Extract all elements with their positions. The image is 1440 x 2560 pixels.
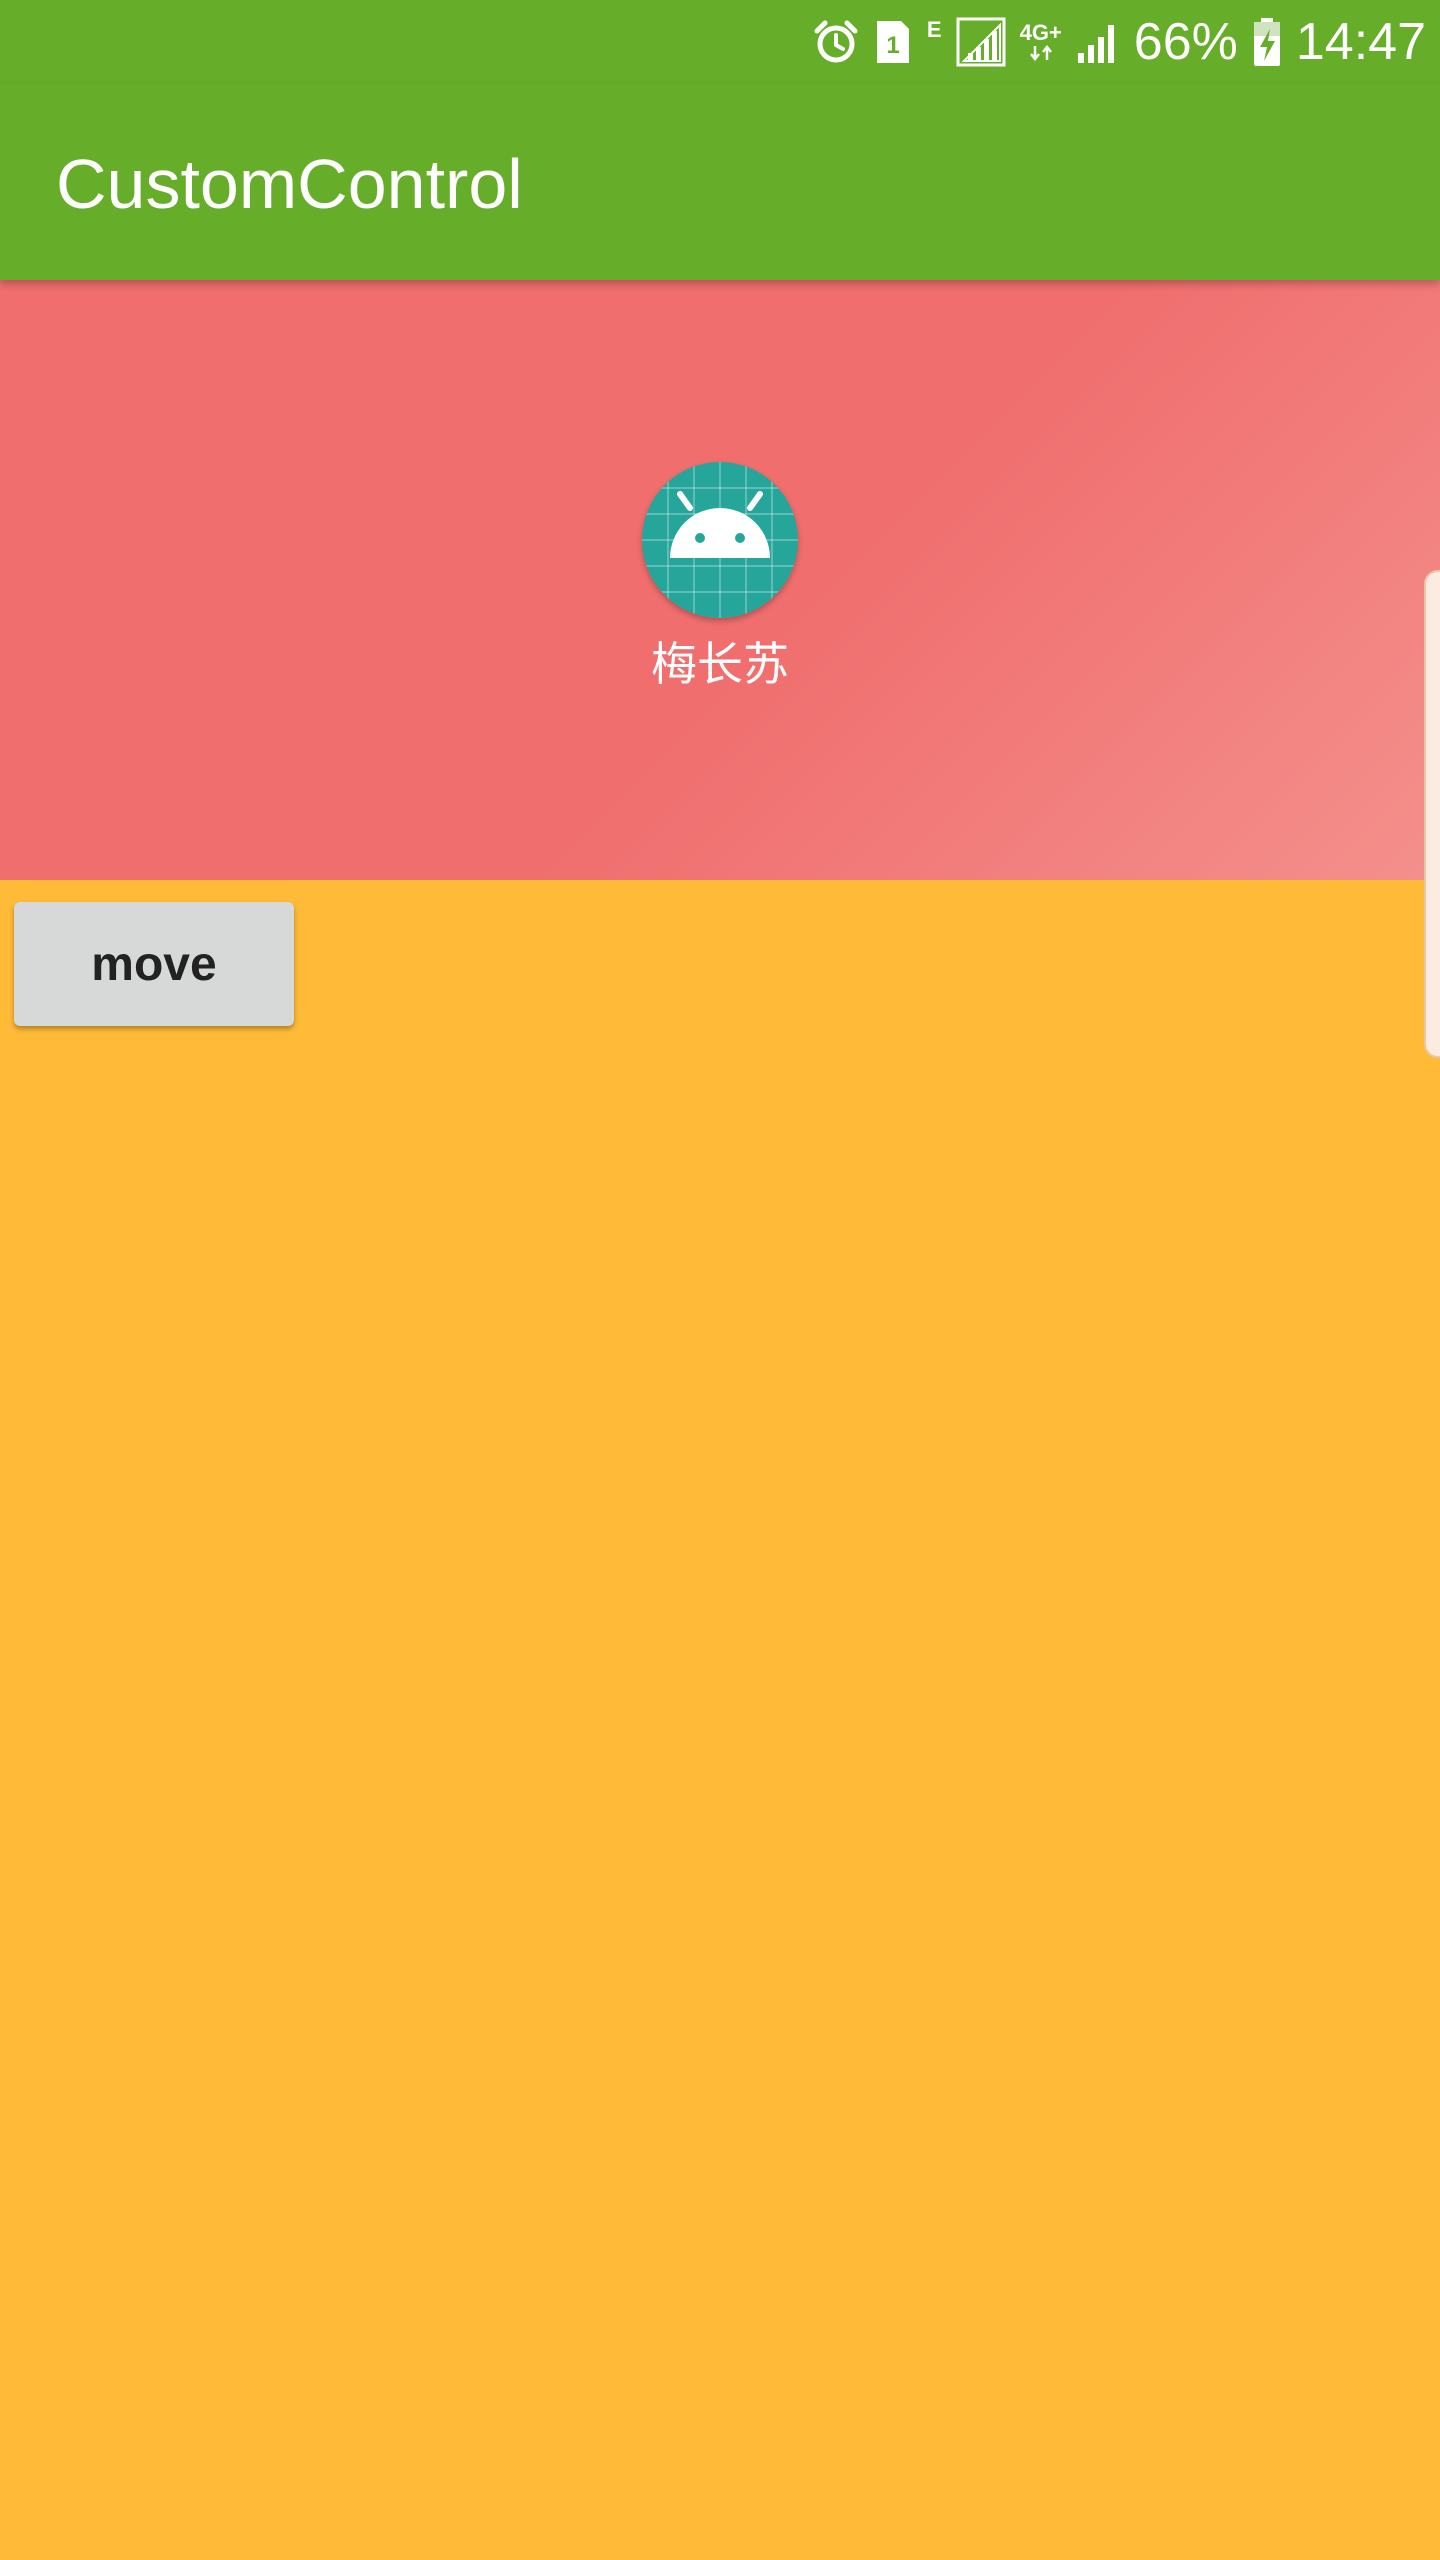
4g-plus-icon: 4G+ bbox=[1020, 22, 1062, 62]
app-bar: CustomControl bbox=[0, 84, 1440, 280]
sim1-icon: 1 bbox=[873, 19, 913, 65]
sim-slot-label: 1 bbox=[886, 32, 899, 59]
lte-label: 4G+ bbox=[1019, 20, 1062, 45]
status-time: 14:47 bbox=[1295, 13, 1426, 71]
user-name: 梅长苏 bbox=[651, 637, 789, 691]
header-panel: 梅长苏 bbox=[0, 280, 1440, 880]
status-bar: 1 E 4G+ 66% 14:47 bbox=[0, 0, 1440, 84]
signal-icon bbox=[1076, 19, 1120, 65]
android-icon[interactable] bbox=[642, 462, 798, 618]
edge-network-icon: E bbox=[927, 19, 942, 65]
move-button[interactable]: move bbox=[14, 902, 294, 1026]
app-title: CustomControl bbox=[56, 145, 523, 223]
edge-label: E bbox=[926, 17, 942, 42]
status-icons: 1 E 4G+ 66% 14:47 bbox=[813, 10, 1426, 74]
alarm-icon bbox=[813, 19, 859, 65]
battery-percent: 66% bbox=[1133, 13, 1238, 71]
edge-panel-handle[interactable] bbox=[1424, 570, 1440, 1058]
battery-charging-icon bbox=[1252, 17, 1282, 67]
signal-icon bbox=[956, 17, 1006, 67]
